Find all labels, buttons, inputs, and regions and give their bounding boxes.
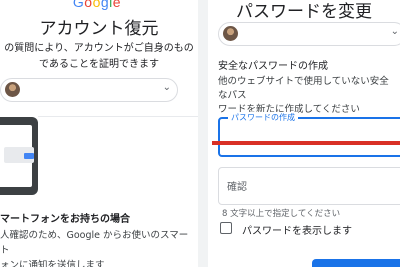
instructions: 他のウェブサイトで使用していない安全なパス ワードを新たに作成してください xyxy=(218,75,398,117)
submit-button[interactable] xyxy=(312,259,400,267)
show-password-label[interactable]: パスワードを表示します xyxy=(242,222,352,237)
section-subtitle: 安全なパスワードの作成 xyxy=(218,61,328,72)
logo-letter-6: e xyxy=(112,0,122,10)
new-password-label: パスワードの作成 xyxy=(228,112,298,123)
illustration-divider xyxy=(38,116,198,117)
change-password-panel: パスワードを変更 ⌄ 安全なパスワードの作成 他のウェブサイトで使用していない安… xyxy=(208,0,400,267)
password-hint: 8 文字以上で指定してください xyxy=(222,209,341,219)
account-chip[interactable]: ⌄ xyxy=(218,22,400,46)
confirm-password-field[interactable]: 確認 xyxy=(218,167,400,205)
logo-letter-1: G xyxy=(72,0,85,10)
option-description-line-1: 人確認のため、Google からお使いのスマート xyxy=(0,230,189,256)
avatar xyxy=(223,26,238,41)
logo-letter-4: g xyxy=(100,0,110,10)
google-logo: Google xyxy=(62,0,132,10)
page-description: の質問により、アカウントがご自身のもの であることを証明できます xyxy=(0,41,198,73)
show-password-checkbox[interactable] xyxy=(220,222,232,234)
avatar xyxy=(5,82,20,97)
instruction-line-1: 他のウェブサイトで使用していない安全なパス xyxy=(218,76,389,101)
option-title: マートフォンをお持ちの場合 xyxy=(0,214,130,225)
logo-letter-3: o xyxy=(92,0,101,10)
account-chip[interactable]: ⌄ xyxy=(0,78,178,102)
logo-letter-2: o xyxy=(84,0,93,10)
page-title: パスワードを変更 xyxy=(236,2,372,22)
chevron-down-icon: ⌄ xyxy=(390,26,399,37)
description-line-1: の質問により、アカウントがご自身のもの xyxy=(4,43,194,54)
new-password-field[interactable]: パスワードの作成 xyxy=(218,112,400,157)
notification-accent xyxy=(24,153,34,159)
description-line-2: であることを証明できます xyxy=(39,59,159,70)
error-highlight-bar xyxy=(212,141,400,145)
account-recovery-panel: Google アカウント復元 の質問により、アカウントがご自身のもの であること… xyxy=(0,0,198,267)
option-description: 人確認のため、Google からお使いのスマート ォンに通知を送信します xyxy=(0,228,196,267)
chevron-down-icon: ⌄ xyxy=(162,82,171,93)
option-description-line-2: ォンに通知を送信します xyxy=(0,260,105,267)
panel-divider xyxy=(198,0,208,267)
page-title: アカウント復元 xyxy=(39,19,159,39)
confirm-label: 確認 xyxy=(227,182,247,193)
